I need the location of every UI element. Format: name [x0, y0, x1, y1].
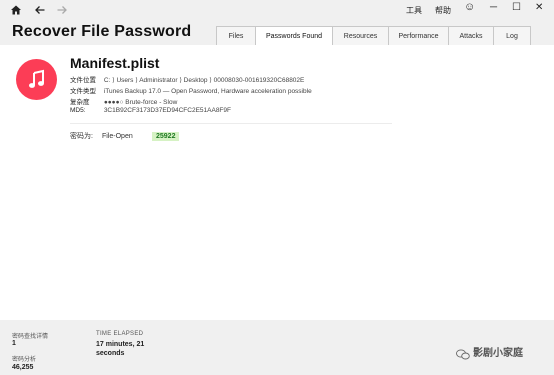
smiley-icon[interactable]: ☺ [464, 1, 475, 13]
stat-value-analyzed: 46,255 [12, 364, 34, 371]
home-icon[interactable] [9, 3, 23, 17]
stat-value-elapsed: 17 minutes, 21 seconds [96, 341, 145, 357]
tab-files[interactable]: Files [216, 26, 256, 45]
stat-label-elapsed: TIME ELAPSED [96, 331, 144, 337]
tab-passwords-found[interactable]: Passwords Found [255, 26, 333, 45]
arrow-right-icon[interactable] [55, 3, 69, 17]
tab-resources[interactable]: Resources [332, 26, 389, 45]
detail-md5: MD5: 3C1B92CF3173D37ED94CFC2E51AA8F9F [70, 107, 231, 114]
detail-value: iTunes Backup 17.0 — Open Password, Hard… [103, 88, 312, 95]
detail-location: 文件位置 C: ⟩ Users ⟩ Administrator ⟩ Deskto… [70, 74, 304, 84]
minimize-button[interactable]: ─ [490, 2, 497, 13]
password-value[interactable]: 25922 [152, 131, 180, 141]
file-name: Manifest.plist [70, 55, 160, 71]
detail-key: MD5: [70, 107, 86, 114]
detail-type: 文件类型 iTunes Backup 17.0 — Open Password,… [70, 85, 312, 95]
maximize-button[interactable]: ☐ [512, 2, 521, 13]
detail-key: 文件类型 [70, 88, 96, 95]
watermark: 影剧小家庭 [456, 344, 523, 359]
detail-key: 复杂度 [70, 99, 90, 106]
divider [70, 123, 392, 124]
password-row: 密码为: File-Open 25922 [70, 131, 180, 141]
watermark-text: 影剧小家庭 [473, 348, 523, 359]
password-label: 密码为: [70, 133, 93, 140]
wechat-icon [456, 347, 470, 359]
app-title: Recover File Password [12, 23, 192, 40]
menu-help[interactable]: 帮助 [435, 5, 451, 16]
arrow-left-icon[interactable] [33, 3, 47, 17]
tab-bar: Files Passwords Found Resources Performa… [216, 26, 531, 45]
detail-value: ●●●●○ Brute-force - Slow [103, 99, 178, 106]
stat-label-found: 密码查找详情 [12, 334, 49, 340]
detail-value: C: ⟩ Users ⟩ Administrator ⟩ Desktop ⟩ 0… [103, 77, 305, 84]
password-attack: File-Open [102, 132, 133, 140]
tab-log[interactable]: Log [493, 26, 531, 45]
top-bar: 工具 帮助 ☺ ─ ☐ ✕ [0, 0, 554, 20]
passwords-found-panel: Manifest.plist 文件位置 C: ⟩ Users ⟩ Adminis… [0, 45, 554, 320]
stat-label-analyzed: 密码分析 [12, 357, 37, 363]
detail-value: 3C1B92CF3173D37ED94CFC2E51AA8F9F [103, 107, 231, 114]
menu-tools[interactable]: 工具 [406, 5, 422, 16]
tab-attacks[interactable]: Attacks [448, 26, 494, 45]
detail-key: 文件位置 [70, 77, 96, 84]
music-note-icon [16, 59, 57, 100]
close-button[interactable]: ✕ [535, 2, 543, 13]
tab-performance[interactable]: Performance [388, 26, 449, 45]
stat-value-found: 1 [12, 340, 16, 347]
detail-complexity: 复杂度 ●●●●○ Brute-force - Slow [70, 96, 177, 106]
